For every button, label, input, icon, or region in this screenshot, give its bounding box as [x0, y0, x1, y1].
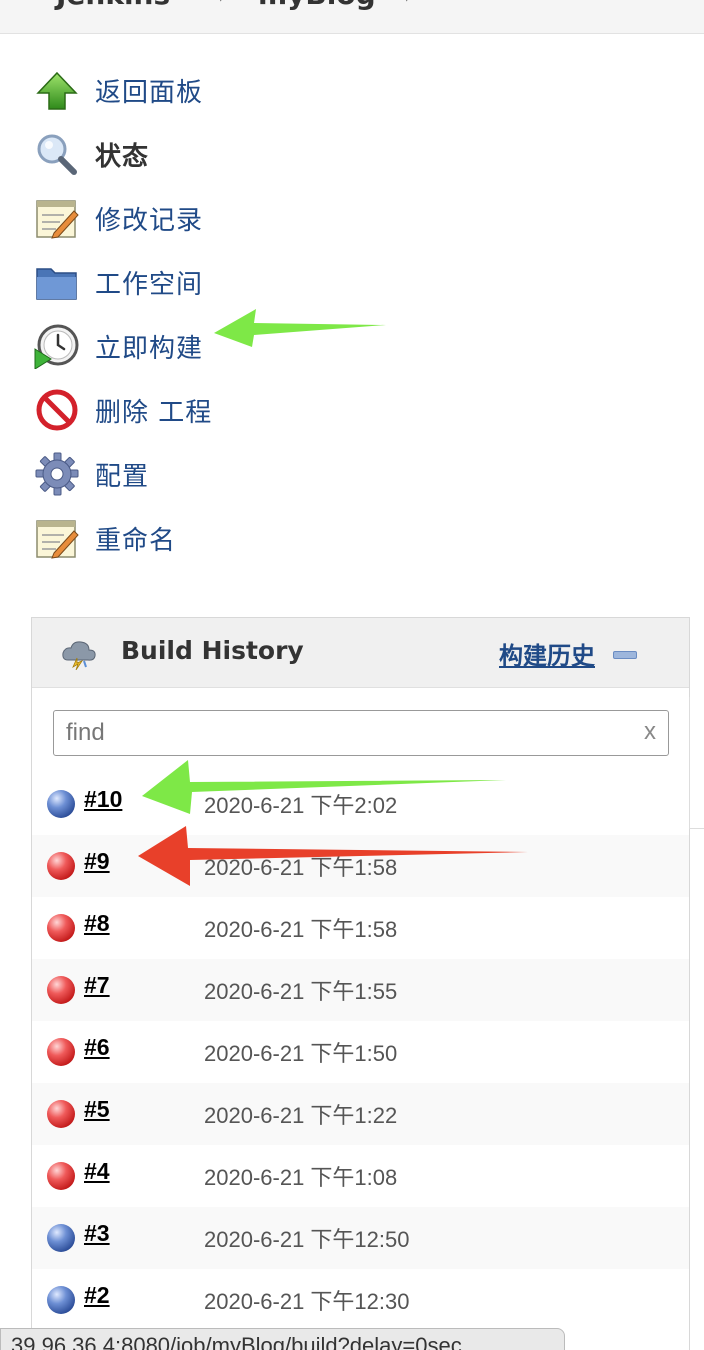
notepad-icon	[34, 515, 80, 561]
build-time: 2020-6-21 下午1:08	[204, 1165, 398, 1190]
menu-changes[interactable]: 修改记录	[34, 186, 203, 250]
build-number-link[interactable]: #8	[84, 910, 110, 937]
status-ball-icon	[47, 852, 75, 880]
menu-label: 返回面板	[95, 77, 204, 108]
search-icon	[34, 131, 80, 177]
red-arrow-build-9	[138, 826, 528, 886]
menu-label: 删除 工程	[95, 397, 213, 428]
build-number-link[interactable]: #6	[84, 1034, 110, 1061]
menu-label: 重命名	[95, 525, 177, 556]
status-ball-icon	[47, 1286, 75, 1314]
build-time: 2020-6-21 下午12:30	[204, 1289, 410, 1314]
build-search-box: x	[53, 710, 669, 756]
build-row: #8 2020-6-21 下午1:58	[32, 897, 689, 959]
build-number-link[interactable]: #7	[84, 972, 110, 999]
build-trend-link[interactable]: 构建历史	[499, 636, 595, 671]
collapse-minus-icon[interactable]	[613, 651, 637, 659]
menu-label: 修改记录	[95, 205, 204, 236]
status-ball-icon	[47, 1038, 75, 1066]
status-ball-icon	[47, 790, 75, 818]
menu-label: 立即构建	[95, 333, 204, 364]
menu-workspace[interactable]: 工作空间	[34, 250, 203, 314]
menu-delete-project[interactable]: 删除 工程	[34, 378, 212, 442]
status-ball-icon	[47, 1162, 75, 1190]
build-time: 2020-6-21 下午1:22	[204, 1103, 398, 1128]
menu-label: 配置	[95, 461, 150, 492]
build-time: 2020-6-21 下午1:55	[204, 979, 398, 1004]
breadcrumb: Jenkins › myBlog ›	[0, 0, 704, 34]
clock-play-icon	[34, 323, 80, 370]
notepad-icon	[34, 195, 80, 241]
chevron-down-icon[interactable]: ›	[404, 0, 413, 9]
build-time: 2020-6-21 下午1:58	[204, 917, 398, 942]
green-arrow-build-now	[214, 309, 386, 347]
status-bar-url: 39.96.36.4:8080/job/myBlog/build?delay=0…	[0, 1328, 565, 1350]
build-number-link[interactable]: #4	[84, 1158, 110, 1185]
menu-build-now[interactable]: 立即构建	[34, 314, 203, 378]
chevron-right-icon: ›	[218, 0, 227, 9]
build-number-link[interactable]: #9	[84, 848, 110, 875]
build-number-link[interactable]: #5	[84, 1096, 110, 1123]
no-entry-icon	[34, 387, 80, 433]
build-number-link[interactable]: #10	[84, 786, 122, 813]
menu-configure[interactable]: 配置	[34, 442, 149, 506]
menu-label: 工作空间	[95, 269, 204, 300]
build-number-link[interactable]: #2	[84, 1282, 110, 1309]
build-history-panel: Build History 构建历史 x #10 2020-6-21 下午2:0…	[31, 617, 690, 1350]
gear-icon	[34, 451, 80, 497]
build-row: #4 2020-6-21 下午1:08	[32, 1145, 689, 1207]
build-time: 2020-6-21 下午1:50	[204, 1041, 398, 1066]
build-number-link[interactable]: #3	[84, 1220, 110, 1247]
up-arrow-icon	[34, 67, 80, 113]
build-row: #6 2020-6-21 下午1:50	[32, 1021, 689, 1083]
status-ball-icon	[47, 914, 75, 942]
build-row: #3 2020-6-21 下午12:50	[32, 1207, 689, 1269]
breadcrumb-job[interactable]: myBlog	[258, 0, 376, 11]
weather-cloud-icon	[60, 638, 98, 671]
menu-rename[interactable]: 重命名	[34, 506, 176, 570]
build-row: #2 2020-6-21 下午12:30	[32, 1269, 689, 1331]
folder-icon	[34, 259, 80, 305]
build-time: 2020-6-21 下午12:50	[204, 1227, 410, 1252]
build-row: #7 2020-6-21 下午1:55	[32, 959, 689, 1021]
menu-label: 状态	[95, 141, 150, 172]
status-ball-icon	[47, 1224, 75, 1252]
clear-search-icon[interactable]: x	[644, 718, 656, 746]
menu-back-to-dashboard[interactable]: 返回面板	[34, 58, 203, 122]
build-search-input[interactable]	[66, 717, 626, 749]
status-ball-icon	[47, 976, 75, 1004]
breadcrumb-jenkins[interactable]: Jenkins	[56, 0, 170, 11]
status-ball-icon	[47, 1100, 75, 1128]
build-history-title: Build History	[121, 636, 304, 665]
build-history-header: Build History 构建历史	[32, 618, 689, 688]
menu-status[interactable]: 状态	[34, 122, 149, 186]
build-row: #5 2020-6-21 下午1:22	[32, 1083, 689, 1145]
adjacent-panel-edge	[689, 697, 704, 829]
